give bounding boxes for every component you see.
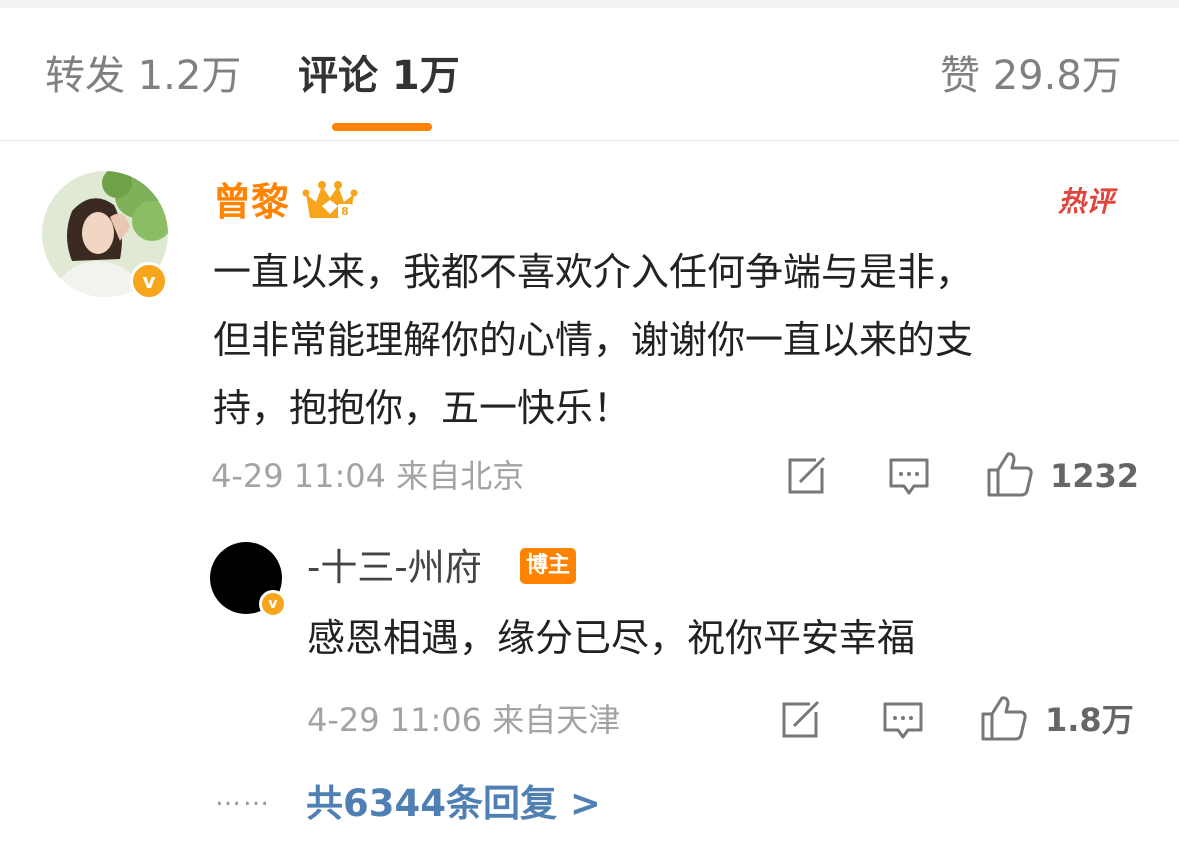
comment-meta: 4-29 11:04 来自北京 xyxy=(211,457,525,495)
comment-line-3: 持，抱抱你，五一快乐！ xyxy=(213,386,632,430)
repost-icon[interactable] xyxy=(786,456,828,500)
comment-line-2: 但非常能理解你的心情，谢谢你一直以来的支 xyxy=(213,318,974,362)
comment-like-count: 1232 xyxy=(1050,457,1140,495)
verified-badge-icon: v xyxy=(259,590,287,618)
blogger-tag: 博主 xyxy=(520,548,577,584)
like-icon[interactable] xyxy=(986,450,1034,502)
tab-comment[interactable]: 评论 1万 xyxy=(298,52,460,100)
comment-username[interactable]: 曾黎 xyxy=(213,180,289,224)
tab-bar: 转发 1.2万 评论 1万 赞 29.8万 xyxy=(0,8,1179,141)
comment-icon[interactable] xyxy=(882,700,924,746)
verified-badge-icon: v xyxy=(130,262,168,300)
repost-icon[interactable] xyxy=(780,700,822,744)
comment-icon[interactable] xyxy=(888,456,930,502)
vip-crown-icon: 8 xyxy=(302,178,358,228)
reply-text: 感恩相遇，缘分已尽，祝你平安幸福 xyxy=(307,616,916,660)
tab-like[interactable]: 赞 29.8万 xyxy=(940,52,1122,100)
hot-comment-badge: 热评 xyxy=(1058,185,1115,218)
top-separator xyxy=(0,0,1179,8)
reply-username[interactable]: -十三-州府 xyxy=(307,546,482,590)
comment-line-1: 一直以来，我都不喜欢介入任何争端与是非， xyxy=(213,250,974,294)
reply-like-count: 1.8万 xyxy=(1045,701,1134,739)
svg-text:8: 8 xyxy=(341,205,349,218)
more-dots: …… xyxy=(215,782,271,812)
view-all-replies-link[interactable]: 共6344条回复 > xyxy=(306,780,601,828)
tab-repost[interactable]: 转发 1.2万 xyxy=(45,52,241,100)
reply-meta: 4-29 11:06 来自天津 xyxy=(307,701,621,739)
like-icon[interactable] xyxy=(980,694,1028,746)
tab-active-indicator xyxy=(332,123,432,131)
